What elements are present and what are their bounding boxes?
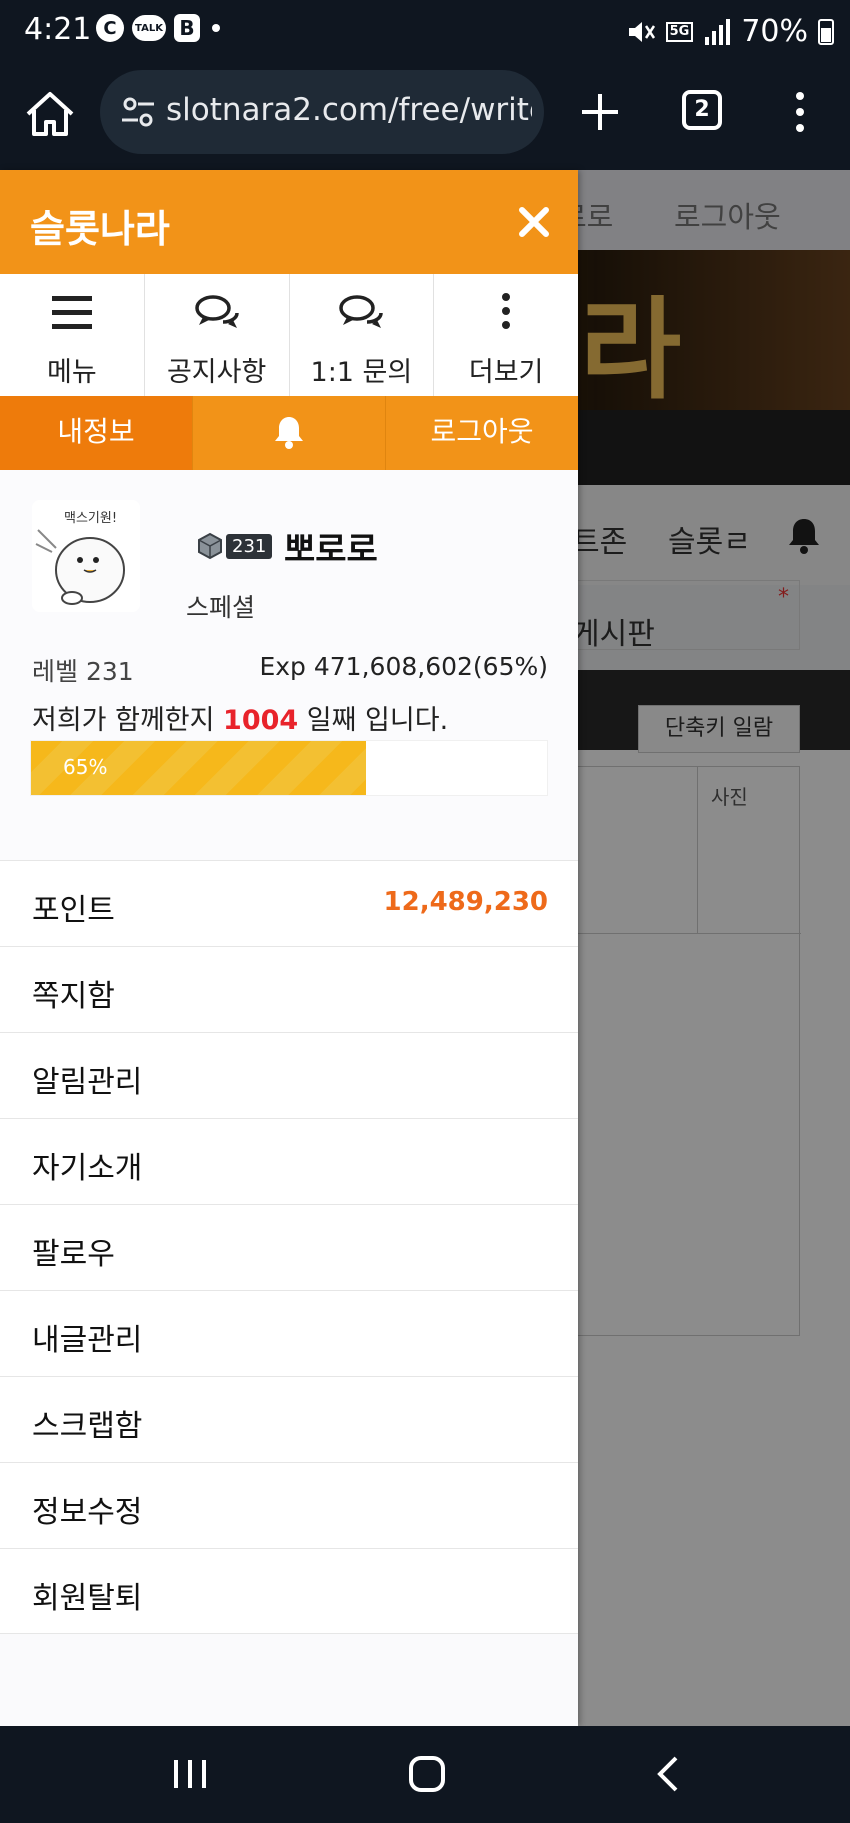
days-suffix: 일째 입니다. — [298, 705, 449, 736]
drawer-tabs: 내정보 로그아웃 — [0, 396, 578, 470]
recent-apps-icon[interactable] — [170, 1756, 210, 1792]
status-time: 4:21 — [24, 12, 92, 47]
back-icon[interactable] — [652, 1754, 682, 1794]
menu-item[interactable]: 정보수정 — [0, 1462, 578, 1548]
membership-days: 저희가 함께한지 1004 일째 입니다. — [32, 698, 448, 737]
points-value: 12,489,230 — [383, 887, 548, 917]
quick-notice-label: 공지사항 — [166, 357, 267, 388]
quick-inquiry-label: 1:1 문의 — [310, 357, 413, 388]
menu-item[interactable]: 자기소개 — [0, 1118, 578, 1204]
menu-item-label: 쪽지함 — [32, 979, 115, 1014]
mute-icon — [628, 21, 655, 42]
network-5g-icon: 5G — [665, 21, 694, 42]
notification-icons: C TALK B — [96, 14, 220, 42]
site-settings-icon[interactable] — [118, 92, 158, 132]
avatar-caption: 맥스기원! — [64, 511, 117, 526]
tab-my-info[interactable]: 내정보 — [0, 396, 193, 470]
exp-progress-label: 65% — [63, 755, 108, 779]
menu-item-label: 알림관리 — [32, 1065, 143, 1100]
b-app-icon: B — [174, 14, 200, 42]
quick-inquiry-button[interactable]: 1:1 문의 — [290, 274, 435, 396]
exp-text: Exp 471,608,602(65%) — [259, 652, 548, 681]
browser-toolbar: slotnara2.com/free/write 2 — [0, 64, 850, 170]
days-prefix: 저희가 함께한지 — [32, 705, 224, 736]
home-nav-icon[interactable] — [408, 1754, 446, 1794]
menu-item-label: 팔로우 — [32, 1237, 115, 1272]
bell-icon — [275, 417, 303, 449]
quick-menu-button[interactable]: 메뉴 — [0, 274, 145, 396]
exp-progress-bar: 65% — [30, 740, 548, 796]
menu-item[interactable]: 스크랩함 — [0, 1376, 578, 1462]
menu-item-label: 정보수정 — [32, 1495, 143, 1530]
avatar[interactable]: 맥스기원! — [32, 500, 140, 612]
drawer-header: 슬롯나라 — [0, 170, 578, 274]
side-drawer: 슬롯나라 메뉴 공지사항 1:1 문의 더보기 내정보 로그아웃 맥스기원! 2… — [0, 170, 578, 1726]
menu-item-label: 회원탈퇴 — [32, 1581, 143, 1616]
signal-icon — [705, 18, 731, 45]
quick-more-label: 더보기 — [468, 357, 544, 388]
nickname: 뽀로로 — [284, 530, 378, 570]
level-badge: 231 — [196, 528, 276, 564]
status-bar: 4:21 C TALK B 5G 70% — [0, 0, 850, 64]
chat-bubbles-icon — [194, 295, 239, 328]
quick-menu: 메뉴 공지사항 1:1 문의 더보기 — [0, 274, 578, 396]
menu-item-label: 자기소개 — [32, 1151, 143, 1186]
battery-icon — [818, 18, 834, 45]
account-menu: 포인트 12,489,230 쪽지함알림관리자기소개팔로우내글관리스크랩함정보수정회… — [0, 860, 578, 1634]
tab-logout[interactable]: 로그아웃 — [386, 396, 578, 470]
kakaotalk-icon: TALK — [132, 15, 166, 41]
url-text: slotnara2.com/free/write — [166, 92, 532, 128]
more-notifications-dot-icon — [212, 24, 220, 32]
system-icons: 5G 70% — [626, 14, 834, 49]
level-badge-number: 231 — [226, 533, 273, 559]
quick-menu-label: 메뉴 — [47, 357, 97, 388]
quick-notice-button[interactable]: 공지사항 — [145, 274, 290, 396]
menu-item-label: 스크랩함 — [32, 1409, 143, 1444]
address-bar[interactable]: slotnara2.com/free/write — [100, 70, 544, 154]
menu-item[interactable]: 내글관리 — [0, 1290, 578, 1376]
level-gem-icon — [198, 532, 222, 560]
menu-item[interactable]: 회원탈퇴 — [0, 1548, 578, 1634]
c-app-icon: C — [96, 14, 124, 42]
menu-item[interactable]: 알림관리 — [0, 1032, 578, 1118]
profile-card: 맥스기원! 231 뽀로로 스페셜 레벨 231 Exp 471,608,602… — [0, 470, 578, 860]
menu-item[interactable]: 쪽지함 — [0, 946, 578, 1032]
member-grade: 스페셜 — [186, 593, 256, 622]
days-number: 1004 — [223, 705, 299, 736]
kebab-icon — [502, 293, 511, 329]
browser-menu-icon[interactable] — [786, 90, 814, 134]
menu-item[interactable]: 포인트 12,489,230 — [0, 860, 578, 946]
tab-switcher-button[interactable]: 2 — [682, 90, 722, 130]
menu-item[interactable]: 팔로우 — [0, 1204, 578, 1290]
hamburger-icon — [51, 296, 92, 329]
new-tab-icon[interactable] — [576, 88, 624, 136]
drawer-title: 슬롯나라 — [30, 207, 170, 251]
chat-bubbles-icon — [339, 295, 384, 328]
level-text: 레벨 231 — [32, 657, 134, 686]
home-icon[interactable] — [22, 86, 78, 142]
tab-notifications[interactable] — [193, 396, 386, 470]
battery-percent: 70% — [741, 14, 808, 49]
quick-more-button[interactable]: 더보기 — [434, 274, 578, 396]
menu-item-label: 포인트 — [32, 893, 115, 928]
system-nav-bar — [0, 1726, 850, 1823]
menu-item-label: 내글관리 — [32, 1323, 143, 1358]
close-icon[interactable] — [516, 204, 552, 240]
